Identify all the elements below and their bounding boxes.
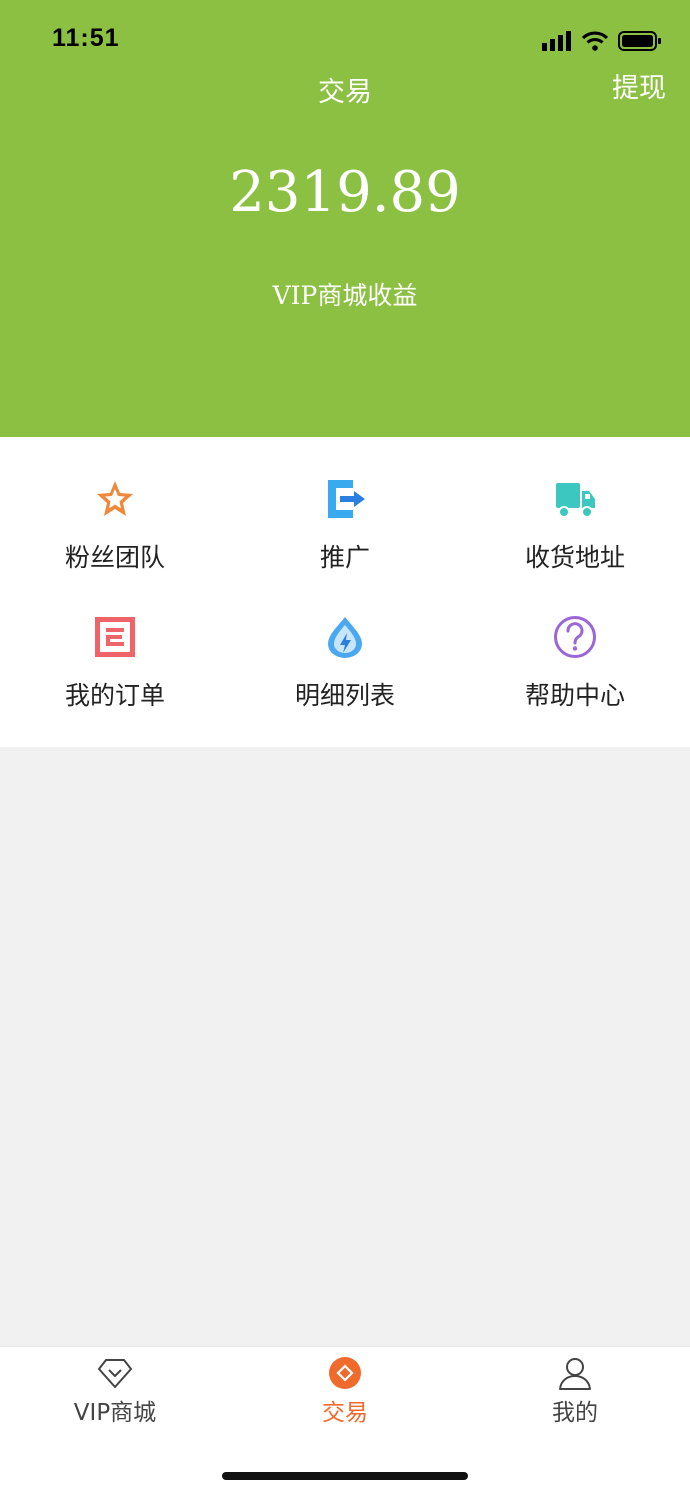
- delivery-truck-icon: [556, 483, 595, 518]
- menu-item-my-orders[interactable]: 我的订单: [0, 615, 230, 745]
- earnings-amount: 2319.89: [229, 160, 461, 225]
- function-grid: 粉丝团队 推广 收货地址 我的订单 明细列表 帮助中心: [0, 437, 690, 747]
- menu-item-details-list[interactable]: 明细列表: [230, 615, 460, 745]
- tab-label: 我的: [552, 1400, 598, 1426]
- menu-item-label: 我的订单: [64, 681, 165, 710]
- user-icon: [559, 1358, 591, 1390]
- menu-item-promote[interactable]: 推广: [230, 477, 460, 607]
- battery-icon: [618, 31, 661, 51]
- menu-item-shipping-address[interactable]: 收货地址: [460, 477, 690, 607]
- page-title: 交易: [318, 77, 372, 108]
- tab-label: VIP商城: [73, 1400, 157, 1426]
- star-icon: [97, 481, 133, 516]
- menu-item-label: 明细列表: [294, 681, 395, 710]
- cellular-signal-icon: [542, 31, 571, 51]
- question-circle-icon: [554, 616, 596, 658]
- wifi-icon: [582, 31, 608, 51]
- menu-item-fans-team[interactable]: 粉丝团队: [0, 477, 230, 607]
- status-icons: [542, 28, 662, 54]
- status-time: 11:51: [52, 24, 120, 52]
- coin-icon: [329, 1357, 361, 1389]
- menu-item-label: 粉丝团队: [64, 543, 165, 572]
- menu-item-help-center[interactable]: 帮助中心: [460, 615, 690, 745]
- home-indicator: [222, 1472, 468, 1480]
- tab-vip-mall[interactable]: VIP商城: [0, 1347, 230, 1437]
- diamond-icon: [98, 1359, 132, 1388]
- water-drop-bolt-icon: [328, 617, 362, 658]
- menu-item-label: 帮助中心: [524, 681, 625, 710]
- withdraw-button[interactable]: 提现: [612, 66, 666, 105]
- menu-item-label: 推广: [319, 543, 370, 572]
- menu-item-label: 收货地址: [524, 543, 625, 572]
- share-export-icon: [328, 480, 365, 518]
- tab-trade[interactable]: 交易: [230, 1347, 460, 1437]
- earnings-label: VIP商城收益: [272, 281, 418, 310]
- tab-label: 交易: [322, 1400, 368, 1426]
- order-list-icon: [95, 617, 135, 657]
- tab-me[interactable]: 我的: [460, 1347, 690, 1437]
- header: 11:51 交易 提现 2319.89 VIP商城收益: [0, 0, 690, 437]
